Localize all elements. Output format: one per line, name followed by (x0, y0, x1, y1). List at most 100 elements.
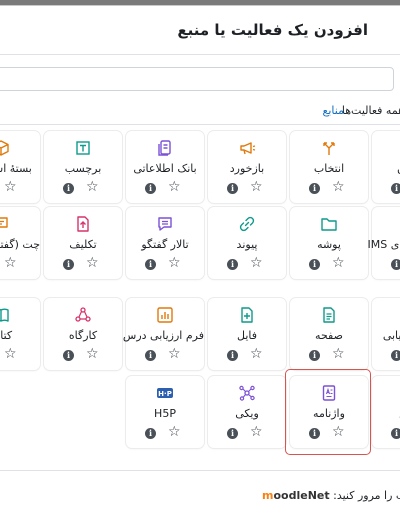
activity-label: کارگاه (68, 329, 98, 342)
star-icon[interactable]: ☆ (168, 346, 181, 362)
choice-icon (320, 139, 338, 157)
activity-card-workshop[interactable]: کارگاه i ☆ (44, 298, 122, 370)
activity-label: H5P (154, 407, 176, 420)
activity-label: صفحه (315, 329, 343, 342)
info-icon[interactable]: i (63, 259, 74, 270)
star-icon[interactable]: ☆ (4, 346, 17, 362)
package-icon (0, 139, 10, 157)
info-icon[interactable]: i (309, 350, 320, 361)
activity-card-assignment[interactable]: تکلیف i ☆ (44, 207, 122, 279)
info-icon[interactable]: i (391, 350, 400, 361)
activity-card-ims[interactable]: بستهٔ محتوای IMSi☆ (368, 207, 400, 279)
folder-icon (320, 215, 338, 233)
header-divider (0, 54, 400, 55)
activity-label: ابزار ارزیابی (382, 329, 400, 342)
info-icon[interactable]: i (391, 259, 400, 270)
star-icon[interactable]: ☆ (4, 179, 17, 195)
activity-card-database[interactable]: بانک اطلاعاتی i ☆ (126, 131, 204, 203)
activity-card-page[interactable]: صفحه i ☆ (290, 298, 368, 370)
activity-label: تکلیف (69, 238, 97, 251)
page-icon (320, 306, 338, 324)
activity-card-folder[interactable]: پوشه i ☆ (290, 207, 368, 279)
chat-icon (0, 215, 10, 233)
activity-label: برچسب (64, 162, 102, 175)
search-input[interactable] (0, 67, 394, 91)
star-icon[interactable]: ☆ (168, 179, 181, 195)
star-icon[interactable]: ☆ (332, 346, 345, 362)
activity-card-package[interactable]: بستهٔ اسکورمi☆ (0, 131, 40, 203)
info-icon[interactable]: i (227, 428, 238, 439)
star-icon[interactable]: ☆ (250, 424, 263, 440)
info-icon[interactable]: i (63, 350, 74, 361)
info-icon[interactable]: i (309, 183, 320, 194)
info-icon[interactable]: i (145, 183, 156, 194)
activity-card-link[interactable]: پیوند i ☆ (208, 207, 286, 279)
activity-card-label[interactable]: برچسب i ☆ (44, 131, 122, 203)
tab-bar: همه فعالیت‌ها منابع (0, 104, 400, 124)
h5p-icon: H·P (156, 384, 174, 402)
star-icon[interactable]: ☆ (250, 179, 263, 195)
info-icon[interactable]: i (227, 183, 238, 194)
assignment-icon (74, 215, 92, 233)
activity-label: انتخاب (313, 162, 345, 175)
activity-label: فایل (236, 329, 257, 342)
info-icon[interactable]: i (63, 183, 74, 194)
activity-label: درس (372, 407, 400, 420)
activity-card-lesson[interactable]: درسi☆ (372, 376, 400, 448)
book-icon (0, 306, 10, 324)
info-icon[interactable]: i (227, 259, 238, 270)
selection-highlight (285, 369, 371, 455)
star-icon[interactable]: ☆ (4, 255, 17, 271)
footer-divider (0, 470, 400, 471)
tab-all[interactable]: همه فعالیت‌ها (342, 104, 400, 117)
activity-label: پوشه (317, 238, 341, 251)
activity-label: کتاب (0, 329, 13, 342)
info-icon[interactable]: i (145, 350, 156, 361)
info-icon[interactable]: i (145, 259, 156, 270)
svg-text:H·P: H·P (158, 390, 172, 398)
footer-text: مطالب را مرور کنید: (333, 489, 400, 502)
activity-card-megaphone[interactable]: بازخورد i ☆ (208, 131, 286, 203)
forum-icon (156, 215, 174, 233)
info-icon[interactable]: i (309, 259, 320, 270)
activity-card-quiz[interactable]: آزمونi☆ (372, 131, 400, 203)
activity-label: بازخورد (229, 162, 265, 175)
activity-card-choice[interactable]: انتخاب i ☆ (290, 131, 368, 203)
moodlenet-logo[interactable]: moodleNet (262, 489, 330, 502)
info-icon[interactable]: i (145, 428, 156, 439)
tab-resources[interactable]: منابع (323, 104, 344, 117)
star-icon[interactable]: ☆ (86, 179, 99, 195)
star-icon[interactable]: ☆ (332, 255, 345, 271)
file-icon (238, 306, 256, 324)
activity-card-survey[interactable]: فرم ارزیابی درس i ☆ (122, 298, 204, 370)
activity-card-file[interactable]: فایل i ☆ (208, 298, 286, 370)
star-icon[interactable]: ☆ (86, 346, 99, 362)
star-icon[interactable]: ☆ (332, 179, 345, 195)
footer: moodleNet مطالب را مرور کنید: (262, 489, 400, 502)
activity-label: چت (گفتگوی زنده) (0, 238, 40, 251)
star-icon[interactable]: ☆ (86, 255, 99, 271)
info-icon[interactable]: i (391, 183, 400, 194)
tab-divider (0, 124, 400, 125)
star-icon[interactable]: ☆ (250, 346, 263, 362)
info-icon[interactable]: i (391, 428, 400, 439)
activity-chooser-dialog: افزودن یک فعالیت یا منبع همه فعالیت‌ها م… (0, 5, 400, 517)
label-icon (74, 139, 92, 157)
workshop-icon (74, 306, 92, 324)
activity-card-book[interactable]: کتابi☆ (0, 298, 40, 370)
activity-card-forum[interactable]: تالار گفتگو i ☆ (126, 207, 204, 279)
activity-card-wiki[interactable]: ویکی i ☆ (208, 376, 286, 448)
activity-label: پیوند (236, 238, 258, 251)
info-icon[interactable]: i (227, 350, 238, 361)
activity-card-lti[interactable]: ابزار ارزیابیi☆ (372, 298, 400, 370)
activity-card-chat[interactable]: چت (گفتگوی زنده)i☆ (0, 207, 40, 279)
star-icon[interactable]: ☆ (250, 255, 263, 271)
survey-icon (156, 306, 174, 324)
activity-card-h5p[interactable]: H·P H5P i ☆ (126, 376, 204, 448)
activity-label: فرم ارزیابی درس (122, 329, 204, 342)
activity-label: بستهٔ اسکورم (0, 162, 32, 175)
star-icon[interactable]: ☆ (168, 255, 181, 271)
star-icon[interactable]: ☆ (168, 424, 181, 440)
activity-label: تالار گفتگو (141, 238, 189, 251)
activity-label: بانک اطلاعاتی (133, 162, 197, 175)
